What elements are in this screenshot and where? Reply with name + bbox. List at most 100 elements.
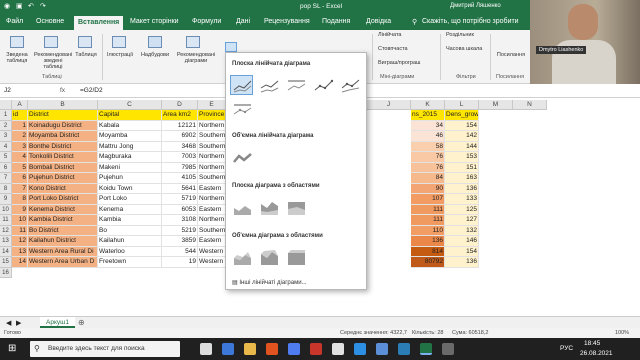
row-header-5[interactable]: 5 (0, 152, 12, 163)
pivot-table-button[interactable]: Зведена таблиця (0, 52, 34, 64)
more-line-charts-link[interactable]: ▤ Інші лінійчаті діаграми... (232, 279, 307, 286)
cell-pop-2015[interactable]: 111 (411, 215, 445, 226)
cell-capital[interactable]: Kambia (98, 215, 162, 226)
header-cell-district[interactable]: District (28, 110, 98, 121)
cell-province[interactable]: Northern (198, 152, 226, 163)
cell-dens-growth[interactable]: 151 (445, 162, 479, 173)
line-chart-option[interactable] (230, 75, 253, 95)
clock-date[interactable]: 26.08.2021 (580, 350, 613, 357)
select-all-corner[interactable] (0, 100, 12, 110)
app-icon-2[interactable] (398, 343, 410, 355)
cell-id[interactable]: 3 (12, 141, 28, 152)
column-header-C[interactable]: C (98, 100, 162, 110)
cell-pop-2015[interactable]: 58 (411, 141, 445, 152)
cell-capital[interactable]: Moyamba (98, 131, 162, 142)
app-icon[interactable] (376, 343, 388, 355)
user-name[interactable]: Дмитрий Ляшенко (450, 3, 501, 9)
windows-start-icon[interactable]: ⊞ (8, 343, 16, 354)
column-header-K[interactable]: K (411, 100, 445, 110)
zoom-level[interactable]: 100% (615, 330, 629, 336)
cell-pop-2015[interactable]: 814 (411, 246, 445, 257)
cell-id[interactable]: 9 (12, 204, 28, 215)
cell-id[interactable]: 14 (12, 257, 28, 268)
prev-sheet-icon[interactable]: ◀ (6, 319, 11, 327)
cell-area[interactable]: 3859 (162, 236, 198, 247)
slicer-button[interactable]: Роздільник (446, 32, 474, 38)
cell-pop-2015[interactable]: 76 (411, 162, 445, 173)
recommended-charts-button[interactable]: Рекомендовані діаграми (176, 52, 216, 64)
3d-stacked-area-option[interactable] (257, 247, 280, 267)
cell-capital[interactable]: Pujehun (98, 173, 162, 184)
cell-dens-growth[interactable]: 132 (445, 225, 479, 236)
undo-icon[interactable]: ↶ (28, 2, 34, 10)
cell-id[interactable]: 1 (12, 120, 28, 131)
cell-pop-2015[interactable]: 110 (411, 225, 445, 236)
cell-dens-growth[interactable]: 127 (445, 215, 479, 226)
cell-dens-growth[interactable]: 125 (445, 204, 479, 215)
row-header-7[interactable]: 7 (0, 173, 12, 184)
tab-view[interactable]: Подання (322, 18, 350, 25)
cell-id[interactable]: 4 (12, 152, 28, 163)
name-box[interactable]: J2 (2, 87, 42, 97)
cell-district[interactable]: Koinadugu District (28, 120, 98, 131)
cell-pop-2015[interactable]: 136 (411, 236, 445, 247)
explorer-icon[interactable] (244, 343, 256, 355)
cell-district[interactable]: Western Area Urban D (28, 257, 98, 268)
telegram-icon[interactable] (354, 343, 366, 355)
column-header-D[interactable]: D (162, 100, 198, 110)
tab-file[interactable]: Файл (6, 18, 23, 25)
column-header-A[interactable]: A (12, 100, 28, 110)
column-header-B[interactable]: B (28, 100, 98, 110)
3d-line-option[interactable] (230, 147, 253, 167)
cell-capital[interactable]: Koidu Town (98, 183, 162, 194)
line-markers-option[interactable] (311, 75, 334, 95)
cell-pop-2015[interactable]: 107 (411, 194, 445, 205)
store-icon[interactable] (288, 343, 300, 355)
cell-province[interactable]: Southern (198, 225, 226, 236)
cell-capital[interactable]: Mattru Jong (98, 141, 162, 152)
cell-province[interactable]: Eastern (198, 236, 226, 247)
tab-data[interactable]: Дані (236, 18, 250, 25)
addins-button[interactable]: Надбудови (138, 52, 172, 58)
cell-dens-growth[interactable]: 146 (445, 236, 479, 247)
cell-id[interactable]: 13 (12, 246, 28, 257)
cell-capital[interactable]: Makeni (98, 162, 162, 173)
cell-district[interactable]: Bombali District (28, 162, 98, 173)
column-header-M[interactable]: M (479, 100, 513, 110)
tell-me-box[interactable]: Скажіть, що потрібно зробити (422, 18, 519, 25)
cell-dens-growth[interactable]: 142 (445, 131, 479, 142)
cell-area[interactable]: 7985 (162, 162, 198, 173)
row-header-10[interactable]: 10 (0, 204, 12, 215)
3d-area-option[interactable] (230, 247, 253, 267)
column-header-N[interactable]: N (513, 100, 547, 110)
cell-area[interactable]: 5719 (162, 194, 198, 205)
header-cell-province[interactable]: Province (198, 110, 226, 121)
stacked-line-markers-option[interactable] (338, 75, 361, 95)
cell-district[interactable]: Bo District (28, 225, 98, 236)
cell-district[interactable]: Port Loko District (28, 194, 98, 205)
cell-dens-growth[interactable]: 153 (445, 152, 479, 163)
row-header-9[interactable]: 9 (0, 194, 12, 205)
cell-id[interactable]: 11 (12, 225, 28, 236)
cell-district[interactable]: Kailahun District (28, 236, 98, 247)
cell-id[interactable]: 2 (12, 131, 28, 142)
row-header-15[interactable]: 15 (0, 257, 12, 268)
clock-time[interactable]: 18:45 (584, 340, 600, 347)
3d-100-stacked-area-option[interactable] (284, 247, 307, 267)
row-header-13[interactable]: 13 (0, 236, 12, 247)
row-header-14[interactable]: 14 (0, 246, 12, 257)
cell-area[interactable]: 19 (162, 257, 198, 268)
cell-dens-growth[interactable]: 136 (445, 183, 479, 194)
app-icon-3[interactable] (442, 343, 454, 355)
cell-province[interactable]: Southern (198, 173, 226, 184)
link-button[interactable]: Посилання (494, 52, 528, 58)
cell-id[interactable]: 6 (12, 173, 28, 184)
autosave-icon[interactable]: ◉ (4, 2, 10, 10)
cell-dens-growth[interactable]: 144 (445, 141, 479, 152)
cell-area[interactable]: 6902 (162, 131, 198, 142)
cell-province[interactable]: Northern (198, 215, 226, 226)
header-cell-dens-growth[interactable]: Dens_growth (445, 110, 479, 121)
sheet-tab-1[interactable]: Аркуш1 (40, 317, 75, 328)
add-sheet-icon[interactable]: ⊕ (78, 318, 85, 327)
cell-id[interactable]: 8 (12, 194, 28, 205)
